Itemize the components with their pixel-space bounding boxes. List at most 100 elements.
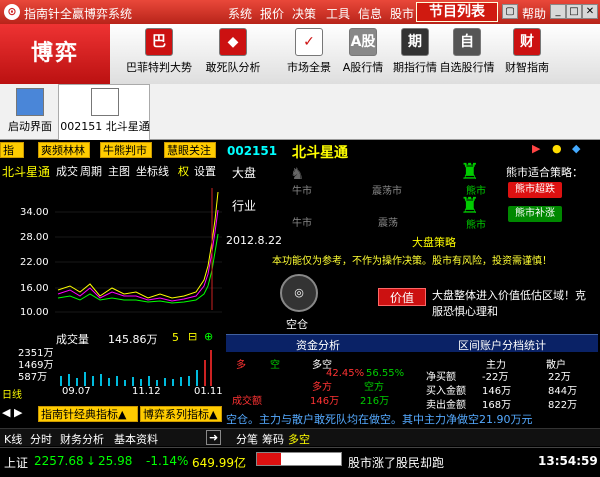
toolbar-label: 财智指南: [505, 61, 549, 74]
tab-focus[interactable]: 慧眼关注: [164, 142, 216, 158]
menu-help[interactable]: 帮助: [522, 5, 546, 22]
index-value: 2257.68: [34, 454, 84, 468]
value-button[interactable]: 价值: [378, 288, 426, 306]
y-tick-label: 28.00: [20, 232, 49, 243]
period-day-tab[interactable]: 日线: [2, 386, 22, 401]
arrow-right-icon[interactable]: ▶: [14, 406, 22, 419]
bear-label-2: 熊市: [466, 220, 486, 231]
bottom-nav: K线 分时 财务分析 基本资料 ➜ 分笔 筹码 多空: [0, 428, 600, 446]
table-cell: 168万: [482, 400, 512, 411]
page-tab-label: 002151 北斗星通: [60, 120, 150, 133]
nav-longshort[interactable]: 多空: [288, 431, 310, 447]
title-bar: ⊙ 指南针全赢博弈系统 系统 报价 决策 工具 信息 股市 节目列表 ▢ 帮助 …: [0, 0, 600, 24]
toolbar-button-0[interactable]: 巴巴菲特判大势: [126, 28, 192, 82]
toolbar-icon: ◆: [219, 28, 247, 56]
app-logo-icon: ⊙: [4, 4, 20, 20]
index-change: 25.98: [98, 454, 133, 468]
page-tab-stock[interactable]: 002151 北斗星通: [60, 88, 150, 138]
info-icon[interactable]: ●: [552, 142, 562, 155]
down-arrow-icon: ↓: [86, 454, 97, 468]
volatile-label: 震荡市: [372, 186, 402, 197]
menu-tools[interactable]: 工具: [326, 5, 350, 22]
period-button[interactable]: 周期: [80, 163, 102, 179]
ma-line: [57, 209, 219, 302]
news-ticker[interactable]: 股市涨了股民却跑: [348, 454, 444, 471]
menu-stock[interactable]: 股市: [390, 5, 414, 22]
chart-mode[interactable]: 成交: [56, 163, 78, 179]
maximize-button[interactable]: □: [566, 4, 582, 19]
minimize-button[interactable]: _: [550, 4, 566, 19]
nav-timeshare[interactable]: 分时: [30, 431, 52, 447]
menu-info[interactable]: 信息: [358, 5, 382, 22]
toolbar-icon: ✓: [295, 28, 323, 56]
menu-system[interactable]: 系统: [228, 5, 252, 22]
ratio-bar: [256, 452, 342, 466]
restore-button[interactable]: ▢: [502, 4, 518, 19]
main-chart-button[interactable]: 主图: [108, 163, 130, 179]
empty-position-icon: ◎: [280, 274, 318, 312]
game-indicator-button[interactable]: 博弈系列指标▲: [140, 406, 222, 422]
toolbar-icon: 巴: [145, 28, 173, 56]
tab-account-stats[interactable]: 区间账户分档统计: [458, 337, 546, 353]
toolbar-label: 巴菲特判大势: [126, 61, 192, 74]
brand-logo: 博弈: [0, 24, 110, 84]
table-row-label: 卖出金额: [426, 400, 466, 411]
toolbar-button-1[interactable]: ◆ 敢死队分析: [200, 28, 266, 82]
chart-line-icon: [91, 88, 119, 116]
chart-header: 北斗星通 成交 周期 主图 坐标线 权 设置: [0, 161, 222, 179]
volume-label: 成交量: [56, 333, 89, 346]
close-button[interactable]: ✕: [582, 4, 598, 19]
program-list-button[interactable]: 节目列表: [416, 2, 498, 22]
toolbar-label: A股行情: [342, 61, 384, 74]
zoom-icon[interactable]: ⊕: [204, 330, 213, 343]
classic-indicator-button[interactable]: 指南针经典指标▲: [38, 406, 138, 422]
stock-name: 北斗星通: [292, 145, 348, 161]
short-side: 空方: [364, 382, 384, 393]
settings-button[interactable]: 设置: [194, 163, 216, 179]
volatile-label-2: 震荡: [378, 218, 398, 229]
advice-text: 大盘整体进入价值低估区域！克服恐惧心理和: [432, 289, 586, 318]
bear-rebound-button[interactable]: 熊市补涨: [508, 206, 562, 222]
nav-kline[interactable]: K线: [4, 431, 22, 447]
table-row-label: 净买额: [426, 372, 456, 383]
date-tick: 01.11: [194, 386, 223, 397]
date-tick: 09.07: [62, 386, 91, 397]
y-tick-label: 16.00: [20, 283, 49, 294]
strategy-title: 熊市适合策略：: [506, 166, 583, 179]
toolbar-icon: 自: [453, 28, 481, 56]
nav-ticks[interactable]: 分笔: [236, 431, 258, 447]
nav-chips[interactable]: 筹码: [262, 431, 284, 447]
tab-fund-analysis[interactable]: 资金分析: [296, 337, 340, 353]
tab-index[interactable]: 指数: [0, 142, 24, 173]
adjust-icon[interactable]: ⊟: [188, 330, 197, 343]
window-title: 指南针全赢博弈系统: [24, 7, 133, 21]
compass-icon[interactable]: ◆: [572, 142, 580, 155]
nav-profile[interactable]: 基本资料: [114, 431, 158, 447]
market-label: 大盘: [232, 166, 257, 180]
legend-long: 多: [236, 360, 246, 371]
tab-bullbear[interactable]: 牛熊判市: [100, 142, 152, 158]
arrow-right-box-icon[interactable]: ➜: [206, 430, 222, 445]
nav-finance[interactable]: 财务分析: [60, 431, 104, 447]
volume-bars: [60, 350, 212, 386]
chart-stock-name: 北斗星通: [2, 165, 51, 179]
arrow-left-icon[interactable]: ◀: [2, 406, 10, 419]
disclaimer: 本功能仅为参考，不作为操作决策。股市有风险，投资需谨慎！: [272, 256, 552, 267]
toolbar-button-6[interactable]: 财财智指南: [494, 28, 560, 82]
rights-button[interactable]: 权: [178, 163, 189, 179]
menu-decision[interactable]: 决策: [292, 5, 316, 22]
table-cell: 146万: [482, 386, 512, 397]
ma-line: [57, 191, 219, 299]
play-icon[interactable]: ▶: [532, 142, 540, 155]
tab-lin[interactable]: 爽频林林: [38, 142, 90, 158]
toolbar-button-5[interactable]: 自自选股行情: [434, 28, 500, 82]
turnover-long: 146万: [310, 396, 340, 407]
index-name: 上证: [4, 456, 29, 470]
page-tab-start[interactable]: 启动界面: [4, 88, 56, 138]
axis-button[interactable]: 坐标线: [136, 163, 169, 179]
bear-oversold-button[interactable]: 熊市超跌: [508, 182, 562, 198]
toolbar-label: 敢死队分析: [205, 61, 261, 74]
scrolling-summary: 空仓。主力与散户敢死队均在做空。其中主力净做空21.90万元: [226, 413, 533, 425]
price-chart[interactable]: 34.00 28.00 22.00 16.00 10.00: [0, 180, 222, 330]
menu-quote[interactable]: 报价: [260, 5, 284, 22]
